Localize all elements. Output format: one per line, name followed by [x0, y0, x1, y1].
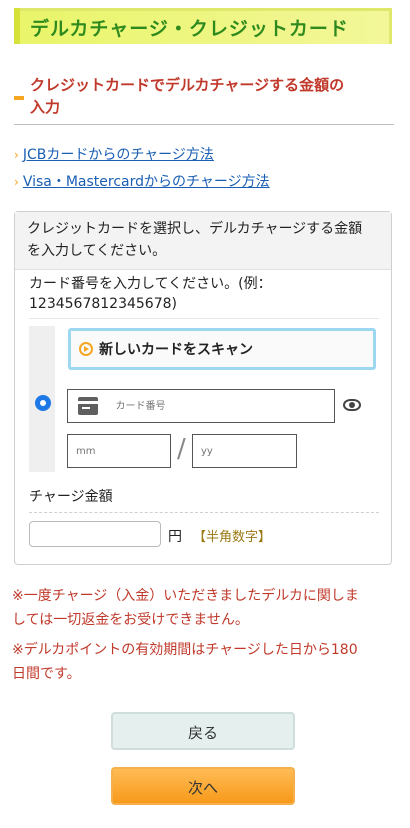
card-number-field[interactable]	[67, 389, 335, 423]
scan-new-card-button[interactable]: 新しいカードをスキャン	[68, 328, 376, 370]
chevron-right-icon: ›	[14, 148, 19, 162]
refund-notice: ※一度チャージ（入金）いただきましたデルカに関しま しては一切返金をお受けできま…	[12, 584, 392, 632]
visa-mastercard-charge-link[interactable]: › Visa・Mastercardからのチャージ方法	[14, 171, 270, 191]
charge-amount-input[interactable]	[36, 527, 160, 541]
charge-amount-label: チャージ金額	[29, 486, 379, 513]
expiry-month-input[interactable]	[74, 444, 170, 458]
point-validity-notice: ※デルカポイントの有効期間はチャージした日から180 日間です。	[12, 638, 392, 686]
expiry-separator: /	[177, 434, 186, 464]
notice-line: 日間です。	[12, 666, 81, 682]
page-title: デルカチャージ・クレジットカード	[14, 8, 392, 44]
currency-unit: 円	[168, 529, 182, 545]
credit-card-icon	[78, 397, 102, 415]
visa-mastercard-charge-link-label: Visa・Mastercardからのチャージ方法	[22, 174, 270, 190]
section-heading-text: クレジットカードでデルカチャージする金額の 入力	[30, 74, 394, 118]
play-icon	[79, 342, 93, 356]
notice-line: ※デルカポイントの有効期間はチャージした日から180	[12, 642, 358, 658]
heading-bar-icon	[14, 96, 24, 100]
card-select-radio[interactable]	[35, 395, 51, 411]
charge-amount-field[interactable]	[29, 521, 161, 547]
form-intro-line1: クレジットカードを選択し、デルカチャージする金額	[27, 221, 363, 237]
amount-hint: 【半角数字】	[193, 530, 272, 545]
card-number-input[interactable]	[113, 399, 334, 413]
card-instruction-line2: 1234567812345678)	[29, 296, 177, 312]
back-button[interactable]: 戻る	[111, 712, 295, 750]
show-card-number-eye-icon[interactable]	[343, 399, 361, 411]
chevron-right-icon: ›	[14, 175, 19, 189]
expiry-month-field[interactable]	[67, 434, 171, 468]
expiry-year-input[interactable]	[199, 444, 296, 458]
notice-line: しては一切返金をお受けできません。	[12, 612, 249, 628]
form-intro: クレジットカードを選択し、デルカチャージする金額 を入力してください。	[15, 212, 391, 270]
jcb-charge-link-label: JCBカードからのチャージ方法	[22, 147, 214, 163]
section-heading-line1: クレジットカードでデルカチャージする金額の	[30, 76, 345, 94]
section-heading-line2: 入力	[30, 98, 61, 116]
form-intro-line2: を入力してください。	[27, 243, 167, 259]
jcb-charge-link[interactable]: › JCBカードからのチャージ方法	[14, 144, 214, 164]
notice-line: ※一度チャージ（入金）いただきましたデルカに関しま	[12, 588, 359, 604]
card-instruction-line1: カード番号を入力してください。(例：	[29, 276, 272, 292]
section-heading: クレジットカードでデルカチャージする金額の 入力	[14, 74, 394, 125]
charge-form-card: クレジットカードを選択し、デルカチャージする金額 を入力してください。 カード番…	[14, 211, 392, 565]
scan-new-card-label: 新しいカードをスキャン	[99, 342, 253, 358]
next-button[interactable]: 次へ	[111, 767, 295, 805]
card-number-instruction: カード番号を入力してください。(例： 1234567812345678)	[29, 274, 379, 319]
expiry-year-field[interactable]	[192, 434, 297, 468]
